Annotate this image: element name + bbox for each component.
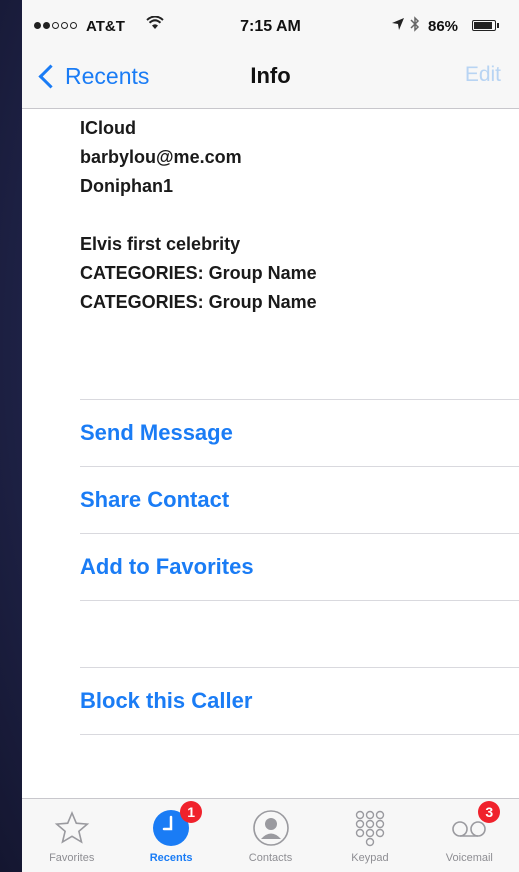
notes-block: ICloud barbylou@me.com Doniphan1 [80,114,242,201]
tab-label: Voicemail [445,852,493,864]
tab-label: Keypad [351,852,389,864]
notes-line: Doniphan1 [80,176,173,196]
contact-info-content: ICloud barbylou@me.com Doniphan1 Elvis f… [22,109,519,799]
person-icon [250,807,292,849]
status-bar: AT&T 7:15 AM 86% [22,0,519,48]
notes-line: barbylou@me.com [80,147,242,167]
bluetooth-icon [410,16,420,35]
page-title: Info [250,63,291,88]
block-actions: Block this Caller [80,667,519,735]
voicemail-badge: 3 [478,801,501,823]
clock-icon: 1 [150,801,203,849]
edit-button[interactable]: Edit [465,63,501,87]
tab-bar: Favorites 1 Recents Contacts Keypad 3 Vo… [22,798,519,872]
phone-screen: AT&T 7:15 AM 86% Recents Info Edit IClou… [22,0,519,872]
tab-voicemail[interactable]: 3 Voicemail [420,799,519,872]
navigation-bar: Recents Info Edit [22,48,519,109]
tab-label: Contacts [248,852,293,864]
tab-contacts[interactable]: Contacts [221,799,320,872]
notes-line: CATEGORIES: Group Name [80,292,317,312]
contact-actions: Send Message Share Contact Add to Favori… [80,399,519,601]
voicemail-icon: 3 [448,801,501,849]
battery-percent: 86% [428,18,459,35]
tab-label: Recents [149,852,193,864]
tab-label: Favorites [49,852,95,864]
tab-recents[interactable]: 1 Recents [121,799,220,872]
tab-keypad[interactable]: Keypad [320,799,419,872]
location-icon [391,17,405,34]
tab-favorites[interactable]: Favorites [22,799,121,872]
notes-block: Elvis first celebrity CATEGORIES: Group … [80,230,317,317]
keypad-icon [349,807,391,849]
notes-line: Elvis first celebrity [80,234,241,254]
star-icon [51,807,93,849]
notes-line: CATEGORIES: Group Name [80,263,317,283]
add-to-favorites-button[interactable]: Add to Favorites [80,533,519,601]
notes-line: ICloud [80,118,136,138]
send-message-button[interactable]: Send Message [80,399,519,466]
recents-badge: 1 [180,801,203,823]
battery-icon [472,20,499,31]
block-caller-button[interactable]: Block this Caller [80,667,519,735]
share-contact-button[interactable]: Share Contact [80,466,519,533]
